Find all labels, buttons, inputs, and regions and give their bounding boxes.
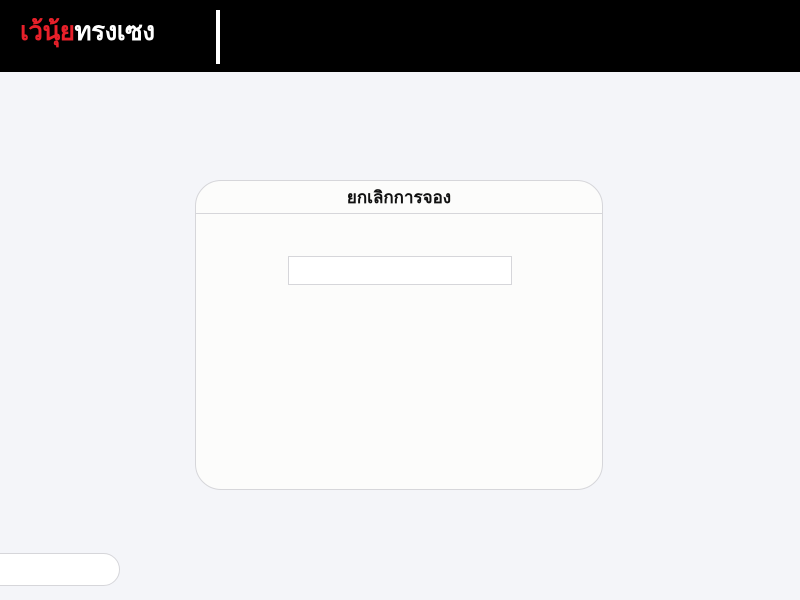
top-header: เว้นุ้ย ทรงเซง (0, 0, 800, 72)
booking-code-input[interactable] (288, 256, 512, 285)
card-title: ยกเลิกการจอง (346, 187, 452, 208)
cancel-booking-card: ยกเลิกการจอง (195, 180, 603, 490)
header-divider (216, 10, 220, 64)
bottom-floating-button[interactable] (0, 553, 120, 586)
site-logo[interactable]: เว้นุ้ย ทรงเซง (20, 12, 155, 52)
logo-white-text: ทรงเซง (74, 17, 156, 47)
card-header: ยกเลิกการจอง (196, 181, 602, 214)
logo-red-text: เว้นุ้ย (20, 17, 75, 47)
